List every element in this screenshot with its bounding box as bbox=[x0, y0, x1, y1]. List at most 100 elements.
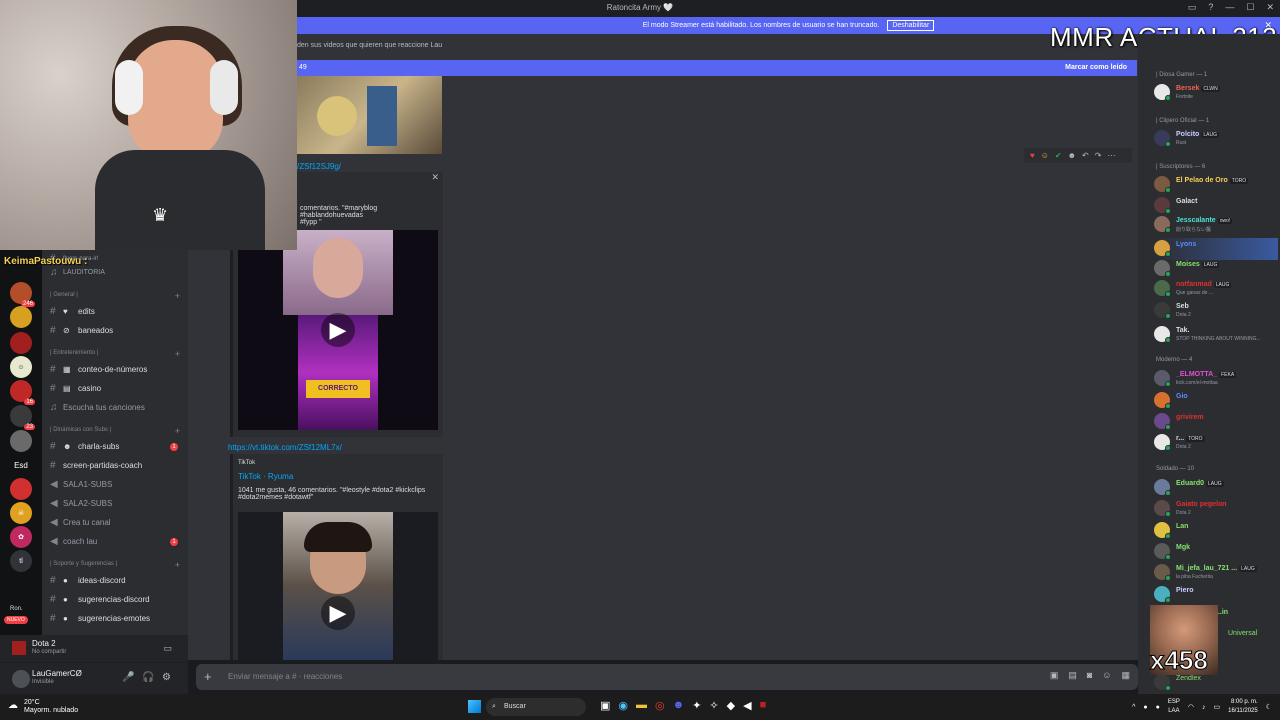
settings-gear-icon[interactable]: ⚙ bbox=[162, 672, 171, 683]
message-link-1[interactable]: /ZSf12SJ9g/ bbox=[297, 162, 341, 171]
more-icon[interactable]: ⋯ bbox=[1107, 151, 1115, 160]
tray-app-icon[interactable]: ● bbox=[1143, 704, 1147, 711]
server-icon[interactable]: ☠ bbox=[10, 502, 32, 524]
app-icon[interactable]: ✦ bbox=[692, 699, 701, 712]
chrome-icon[interactable]: ◎ bbox=[655, 699, 665, 712]
clock[interactable]: 8:00 p. m. 16/11/2025 bbox=[1228, 698, 1258, 716]
server-icon[interactable]: ☺ bbox=[10, 356, 32, 378]
member-item[interactable]: Mgk bbox=[1154, 541, 1278, 563]
server-icon[interactable]: tl bbox=[10, 550, 32, 572]
category-soporte[interactable]: | Soporte y Sugerencias | + bbox=[50, 560, 180, 570]
member-item[interactable]: Eduard0 LAUG bbox=[1154, 477, 1278, 499]
member-item[interactable]: notfanmad LAUG Que ganas de ... bbox=[1154, 278, 1278, 300]
server-icon[interactable] bbox=[10, 306, 32, 328]
channel-ideas[interactable]: # ● ideas-discord bbox=[42, 572, 188, 589]
close-button[interactable]: ✕ bbox=[1266, 2, 1274, 13]
mic-muted-icon[interactable]: 🎤 bbox=[122, 672, 134, 683]
embed-video-1[interactable]: CORRECTO ▶ bbox=[238, 230, 438, 430]
inbox-icon[interactable]: ▭ bbox=[1188, 2, 1197, 13]
close-embed-icon[interactable]: ✕ bbox=[431, 172, 439, 183]
member-item[interactable]: Gaiato pegelon Dota 2 bbox=[1154, 498, 1278, 520]
add-reaction-icon[interactable]: ☻ bbox=[1068, 151, 1076, 160]
member-item[interactable]: Moises LAUG bbox=[1154, 258, 1278, 280]
dota-taskbar-icon[interactable]: ■ bbox=[760, 699, 767, 712]
reply-icon[interactable]: ↶ bbox=[1082, 151, 1089, 160]
start-button[interactable] bbox=[468, 700, 481, 713]
heart-reaction-icon[interactable]: ♥ bbox=[1030, 151, 1035, 160]
server-icon[interactable] bbox=[10, 430, 32, 452]
headset-muted-icon[interactable]: 🎧 bbox=[142, 672, 154, 683]
edge-icon[interactable]: ◉ bbox=[618, 699, 628, 712]
member-item[interactable]: Polcito LAUG Rust bbox=[1154, 128, 1278, 150]
server-icon[interactable]: 16 bbox=[10, 380, 35, 405]
sticker-icon[interactable]: ◙ bbox=[1087, 670, 1092, 681]
channel-charla-subs[interactable]: # ☻ charla-subs 1 bbox=[42, 438, 188, 455]
disable-streamer-button[interactable]: Deshabilitar bbox=[887, 20, 935, 31]
member-item[interactable]: Tak. STOP THINKING ABOUT WINNING... bbox=[1154, 324, 1278, 346]
member-item[interactable]: Piero bbox=[1154, 584, 1278, 606]
voice-channel-sala2[interactable]: ◀ SALA2-SUBS bbox=[42, 495, 188, 512]
battery-icon[interactable]: ▭ bbox=[1214, 703, 1221, 711]
member-item[interactable]: Mi_jefa_lau_721 ... LAUG la piba Facherita bbox=[1154, 562, 1278, 584]
notification-icon[interactable]: ☾ bbox=[1266, 703, 1272, 711]
app-icon[interactable]: ◀ bbox=[743, 699, 751, 712]
app-icon[interactable]: ◆ bbox=[727, 699, 735, 712]
member-item[interactable]: Seb Dota 2 bbox=[1154, 300, 1278, 322]
voice-channel-escucha[interactable]: ♫ Escucha tus canciones bbox=[42, 399, 188, 416]
message-composer[interactable]: + Enviar mensaje a # · reacciones ▣ ▤ ◙ … bbox=[196, 664, 1138, 690]
server-ron[interactable]: Ron. bbox=[10, 606, 23, 612]
smile-reaction-icon[interactable]: ☺ bbox=[1041, 151, 1049, 160]
channel-edits[interactable]: # ♥ edits bbox=[42, 303, 188, 320]
member-item[interactable]: grivirem bbox=[1154, 411, 1278, 433]
voice-channel-crea[interactable]: ◀ Crea tu canal bbox=[42, 514, 188, 531]
new-messages-bar[interactable]: 49 Marcar como leído bbox=[297, 60, 1137, 76]
dota-server-icon[interactable] bbox=[10, 332, 32, 354]
member-item[interactable]: Bersek CLWN Fortnite bbox=[1154, 82, 1278, 104]
language-indicator[interactable]: ESP LAA bbox=[1168, 698, 1180, 716]
play-icon[interactable]: ▶ bbox=[321, 596, 355, 630]
server-icon[interactable] bbox=[10, 478, 32, 500]
mark-read-button[interactable]: Marcar como leído bbox=[1065, 64, 1127, 71]
forward-icon[interactable]: ↷ bbox=[1095, 151, 1102, 160]
channel-baneados[interactable]: # ⊘ baneados bbox=[42, 322, 188, 339]
category-general[interactable]: | General | + bbox=[50, 291, 180, 301]
apps-icon[interactable]: ▦ bbox=[1121, 670, 1130, 681]
gift-icon[interactable]: ▣ bbox=[1050, 670, 1059, 681]
wifi-icon[interactable]: ◠ bbox=[1188, 703, 1194, 711]
member-item[interactable]: r... TORO Dota 2 bbox=[1154, 432, 1278, 454]
avatar[interactable] bbox=[12, 670, 30, 688]
weather-widget[interactable]: 20°C Mayorm. nublado bbox=[24, 699, 78, 715]
add-attachment-icon[interactable]: + bbox=[204, 669, 212, 684]
help-icon[interactable]: ? bbox=[1208, 2, 1213, 13]
channel-conteo[interactable]: # ▦ conteo-de-números bbox=[42, 361, 188, 378]
explorer-icon[interactable]: ▬ bbox=[636, 699, 647, 712]
member-item[interactable]: _ELMOTTA_ FEKA kick.com/el-mottaa bbox=[1154, 368, 1278, 390]
server-icon[interactable]: ✿ bbox=[10, 526, 32, 548]
member-item[interactable]: Lyons bbox=[1154, 238, 1278, 260]
discord-icon[interactable]: ☻ bbox=[673, 699, 685, 712]
channel-screen-partidas[interactable]: # screen-partidas-coach bbox=[42, 457, 188, 474]
taskbar-search[interactable]: ⌕ Buscar bbox=[486, 698, 586, 716]
play-icon[interactable]: ▶ bbox=[321, 313, 355, 347]
server-esd[interactable]: Esd bbox=[10, 454, 32, 476]
gif-icon[interactable]: ▤ bbox=[1068, 670, 1077, 681]
member-item[interactable]: Gio bbox=[1154, 390, 1278, 412]
member-item[interactable]: Jesscalante owo! 削り取らない鬣 bbox=[1154, 214, 1278, 236]
embed-video-2[interactable]: ▶ bbox=[238, 512, 438, 660]
emoji-icon[interactable]: ☺ bbox=[1102, 670, 1111, 681]
channel-casino[interactable]: # ▤ casino bbox=[42, 380, 188, 397]
member-item[interactable]: El Pelao de Oro TORO bbox=[1154, 174, 1278, 196]
app-icon[interactable]: ✧ bbox=[709, 699, 718, 712]
channel-coach-lau[interactable]: ◀ coach lau 1 bbox=[42, 533, 188, 550]
task-view-icon[interactable]: ▣ bbox=[600, 699, 610, 712]
server-icon[interactable]: 23 bbox=[10, 405, 35, 430]
check-reaction-icon[interactable]: ✔ bbox=[1055, 151, 1062, 160]
member-item[interactable]: Lan bbox=[1154, 520, 1278, 542]
server-icon[interactable]: 246 bbox=[10, 282, 35, 307]
volume-icon[interactable]: ♪ bbox=[1202, 704, 1206, 711]
voice-channel-sala1[interactable]: ◀ SALA1-SUBS bbox=[42, 476, 188, 493]
channel-sugerencias[interactable]: # ● sugerencias-discord bbox=[42, 591, 188, 608]
maximize-button[interactable]: ☐ bbox=[1246, 2, 1254, 13]
embed-2-title[interactable]: TikTok · Ryuma bbox=[238, 472, 293, 481]
tray-app-icon[interactable]: ● bbox=[1156, 704, 1160, 711]
